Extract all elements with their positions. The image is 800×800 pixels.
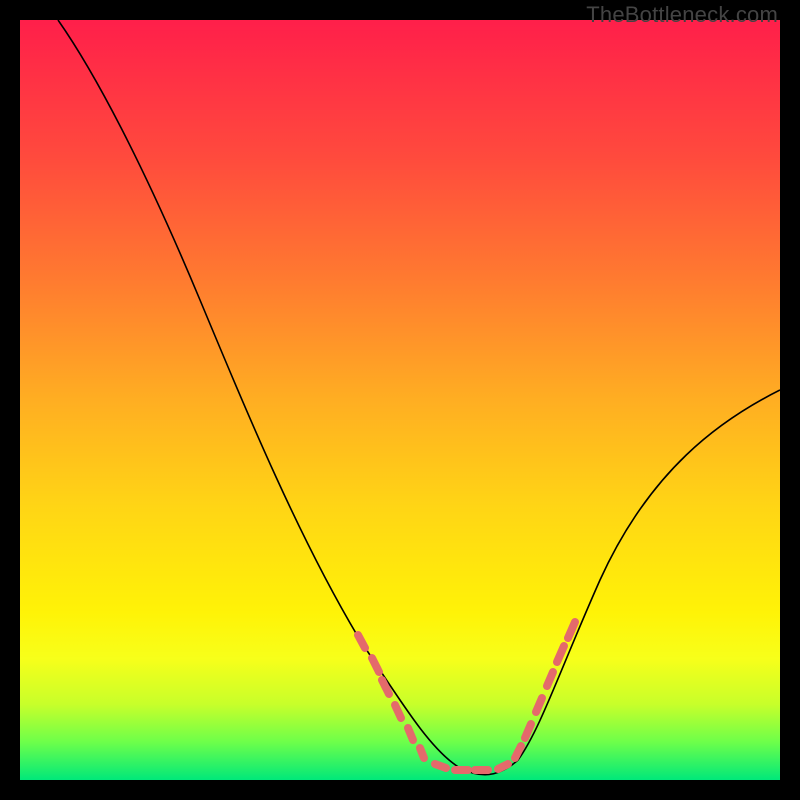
marker-cluster bbox=[358, 622, 575, 770]
curve-svg bbox=[20, 20, 780, 780]
bottleneck-curve bbox=[58, 20, 780, 775]
plot-area bbox=[20, 20, 780, 780]
chart-frame: TheBottleneck.com bbox=[0, 0, 800, 800]
